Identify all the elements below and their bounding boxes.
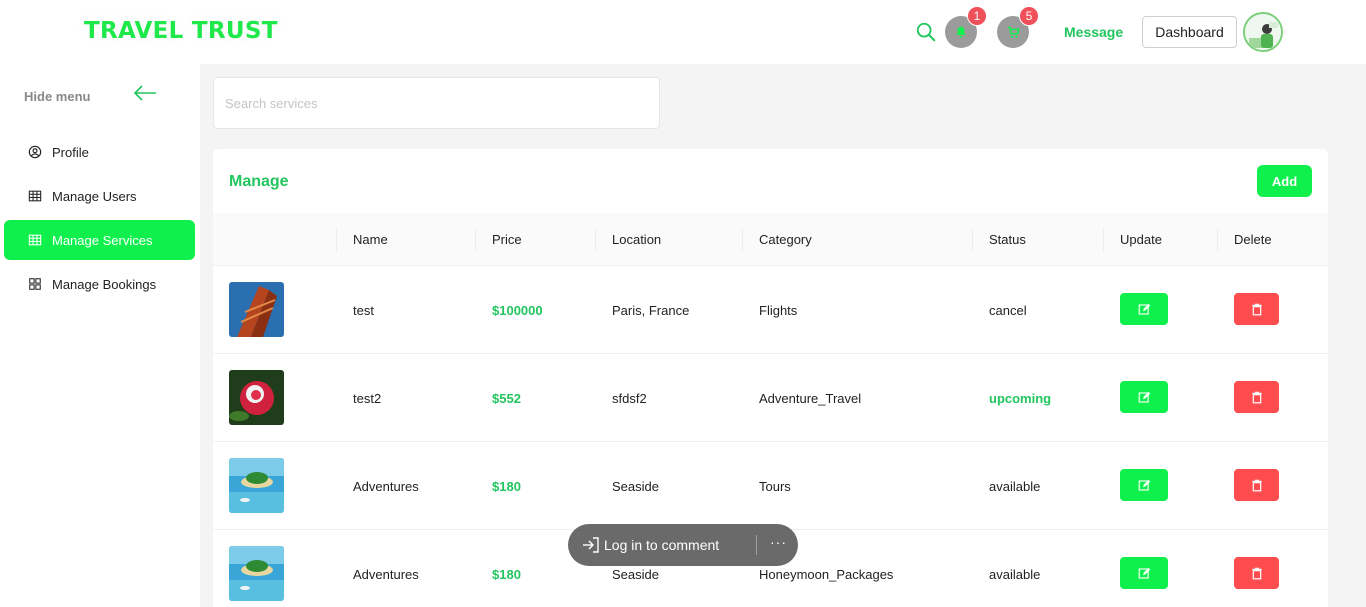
sidebar: Hide menu Profile Manage Users Manage Se…: [0, 64, 200, 607]
notifications-badge: 1: [967, 6, 987, 26]
cart-badge: 5: [1019, 6, 1039, 26]
column-divider: [1103, 229, 1104, 251]
service-name: Adventures: [353, 478, 419, 494]
brand-logo[interactable]: TRAVEL TRUST: [84, 18, 278, 44]
table-header: Name Price Location Category Status Upda…: [213, 213, 1328, 266]
column-divider: [595, 229, 596, 251]
service-location: sfdsf2: [612, 390, 647, 406]
column-divider: [1217, 229, 1218, 251]
service-thumbnail: [229, 370, 284, 425]
service-price: $180: [492, 478, 521, 494]
sidebar-item-manage-services[interactable]: Manage Services: [4, 220, 195, 260]
user-avatar-icon: [1245, 14, 1281, 50]
service-name: Adventures: [353, 566, 419, 582]
service-status: cancel: [989, 302, 1027, 318]
service-category: Flights: [759, 302, 798, 318]
edit-icon: [1138, 303, 1150, 315]
trash-icon: [1251, 391, 1262, 403]
search-services-input[interactable]: [213, 77, 660, 129]
column-header-status: Status: [989, 232, 1026, 247]
table-icon: [28, 234, 42, 246]
update-button[interactable]: [1120, 381, 1168, 413]
user-circle-icon: [28, 145, 42, 159]
service-thumbnail: [229, 546, 284, 601]
column-header-category: Category: [759, 232, 812, 247]
table-row: Adventures $180 Seaside Tours available: [213, 442, 1328, 530]
service-location: Seaside: [612, 478, 659, 494]
service-category: Tours: [759, 478, 791, 494]
service-name: test: [353, 302, 374, 318]
delete-button[interactable]: [1234, 381, 1279, 413]
more-options-icon[interactable]: ···: [770, 534, 787, 550]
service-price: $552: [492, 390, 521, 406]
service-name: test2: [353, 390, 382, 406]
hide-menu-label[interactable]: Hide menu: [24, 89, 90, 104]
cart-button[interactable]: 5: [997, 6, 1039, 48]
sidebar-item-manage-users[interactable]: Manage Users: [4, 176, 195, 216]
edit-icon: [1138, 479, 1150, 491]
column-header-location: Location: [612, 232, 662, 247]
service-price: $180: [492, 566, 521, 582]
cart-icon: [1007, 26, 1020, 38]
column-header-price: Price: [492, 232, 522, 247]
service-status: upcoming: [989, 390, 1052, 406]
section-title: Manage: [229, 173, 289, 190]
column-divider: [742, 229, 743, 251]
search-icon[interactable]: [915, 21, 937, 43]
service-category: Adventure_Travel: [759, 390, 862, 406]
bell-icon: [956, 26, 966, 38]
sidebar-item-label: Manage Users: [52, 188, 137, 204]
service-price: $100000: [492, 302, 543, 318]
column-divider: [475, 229, 476, 251]
edit-icon: [1138, 567, 1150, 579]
add-button[interactable]: Add: [1257, 165, 1312, 197]
delete-button[interactable]: [1234, 293, 1279, 325]
column-header-delete: Delete: [1234, 232, 1272, 247]
service-thumbnail: [229, 458, 284, 513]
service-location: Paris, France: [612, 302, 690, 318]
delete-button[interactable]: [1234, 557, 1279, 589]
arrow-left-icon[interactable]: [133, 84, 157, 102]
edit-icon: [1138, 391, 1150, 403]
table-row: test $100000 Paris, France Flights cance…: [213, 266, 1328, 354]
login-icon: [583, 537, 599, 553]
table-row: test2 $552 sfdsf2 Adventure_Travel upcom…: [213, 354, 1328, 442]
grid-icon: [29, 278, 41, 290]
table-icon: [28, 190, 42, 202]
notifications-button[interactable]: 1: [945, 6, 987, 48]
sidebar-item-label: Manage Services: [52, 232, 153, 248]
avatar[interactable]: [1243, 12, 1283, 52]
login-to-comment-label[interactable]: Log in to comment: [604, 537, 719, 553]
trash-icon: [1251, 303, 1262, 315]
service-thumbnail: [229, 282, 284, 337]
trash-icon: [1251, 479, 1262, 491]
service-status: available: [989, 566, 1041, 582]
update-button[interactable]: [1120, 469, 1168, 501]
column-header-name: Name: [353, 232, 388, 247]
login-to-comment-pill[interactable]: Log in to comment ···: [568, 524, 798, 566]
dashboard-button[interactable]: Dashboard: [1142, 16, 1237, 48]
update-button[interactable]: [1120, 293, 1168, 325]
service-status: available: [989, 478, 1041, 494]
sidebar-item-label: Profile: [52, 144, 89, 160]
sidebar-item-profile[interactable]: Profile: [4, 132, 195, 172]
message-link[interactable]: Message: [1064, 24, 1123, 40]
pill-divider: [756, 535, 757, 555]
column-divider: [336, 229, 337, 251]
top-header: TRAVEL TRUST 1 5 Message Dashboard: [0, 0, 1366, 64]
trash-icon: [1251, 567, 1262, 579]
column-divider: [972, 229, 973, 251]
delete-button[interactable]: [1234, 469, 1279, 501]
update-button[interactable]: [1120, 557, 1168, 589]
sidebar-item-label: Manage Bookings: [52, 276, 157, 292]
column-header-update: Update: [1120, 232, 1162, 247]
sidebar-item-manage-bookings[interactable]: Manage Bookings: [4, 264, 195, 304]
